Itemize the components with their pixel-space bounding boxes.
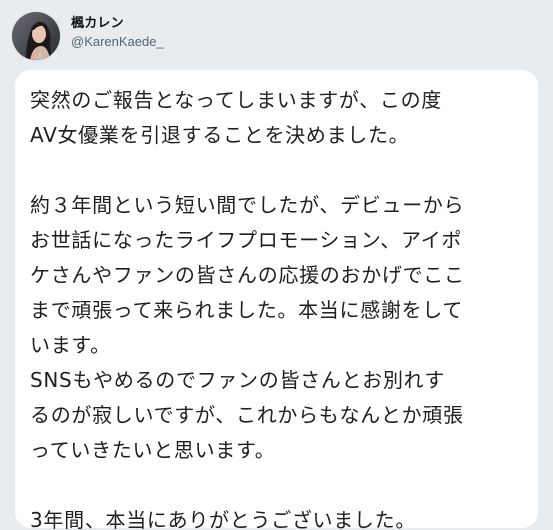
tweet-header: 楓カレン @KarenKaede_ [12, 8, 164, 64]
tweet-text-line: 3年間、本当にありがとうございました。 [30, 508, 417, 530]
tweet-text-line: まで頑張って来られました。本当に感謝をして [30, 298, 464, 322]
tweet-text-line [30, 153, 528, 188]
tweet-text-line: 約３年間という短い間でしたが、デビューから [30, 193, 465, 217]
avatar-photo-icon [12, 12, 60, 60]
tweet-text-line: います。 [30, 333, 111, 357]
tweet-screenshot: 楓カレン @KarenKaede_ 突然のご報告となってしまいますが、この度 A… [0, 0, 553, 530]
tweet-text-line: SNSもやめるのでファンの皆さんとお別れす [30, 368, 446, 392]
tweet-text-line [30, 468, 528, 503]
tweet-text-line: AV女優業を引退することを決めました。 [30, 123, 410, 147]
display-name[interactable]: 楓カレン [71, 16, 164, 32]
avatar[interactable] [12, 12, 60, 60]
tweet-text-line: っていきたいと思います。 [30, 438, 276, 462]
tweet-card: 突然のご報告となってしまいますが、この度 AV女優業を引退することを決めました。… [15, 70, 538, 530]
tweet-text-line: 突然のご報告となってしまいますが、この度 [30, 88, 442, 112]
tweet-text-line: るのが寂しいですが、これからもなんとか頑張 [30, 403, 464, 427]
user-handle[interactable]: @KarenKaede_ [71, 34, 164, 50]
user-identity: 楓カレン @KarenKaede_ [71, 16, 164, 51]
tweet-text-line: お世話になったライフプロモーション、アイポ [30, 228, 463, 252]
tweet-text-line: ケさんやファンの皆さんの応援のおかげでここ [30, 263, 465, 287]
